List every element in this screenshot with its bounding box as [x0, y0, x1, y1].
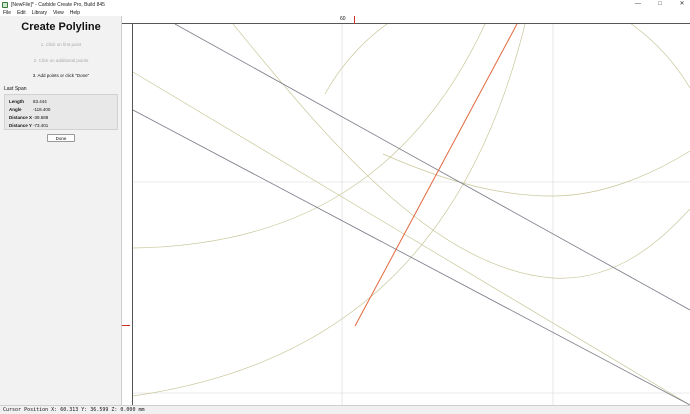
distance-y-label: Distance Y — [9, 123, 32, 128]
ruler-top — [122, 16, 690, 24]
canvas-svg[interactable] — [133, 24, 690, 405]
active-polyline-segment[interactable] — [354, 24, 518, 327]
guide-arc-5 — [382, 150, 690, 197]
menu-edit[interactable]: Edit — [17, 10, 26, 16]
length-label: Length — [9, 99, 24, 104]
last-span-box: Length 83.444 Angle -118.400 Distance X … — [4, 94, 118, 130]
menu-help[interactable]: Help — [70, 10, 80, 16]
tool-panel: Create Polyline 1. Click on first point … — [0, 16, 122, 405]
guide-line-dark-1 — [174, 24, 690, 311]
angle-value: -118.400 — [33, 107, 51, 112]
menu-library[interactable]: Library — [32, 10, 47, 16]
menu-view[interactable]: View — [53, 10, 64, 16]
guide-line-dark-2 — [133, 109, 690, 405]
distance-y-row: Distance Y -73.401 — [9, 123, 48, 128]
distance-x-label: Distance X — [9, 115, 33, 120]
status-bar: Cursor Position X: 60.313 Y: 36.599 Z: 0… — [0, 405, 690, 414]
step-3: 3. Add points or click "Done" — [32, 73, 90, 78]
distance-y-value: -73.401 — [33, 123, 49, 128]
panel-title: Create Polyline — [21, 21, 101, 33]
window-title: [NewFile]* - Carbide Create Pro, Build 8… — [11, 1, 105, 8]
cursor-position-readout: Cursor Position X: 60.313 Y: 36.599 Z: 0… — [3, 407, 145, 413]
step-2: 2. Click on additional points — [33, 58, 89, 63]
drawing-canvas[interactable] — [133, 24, 690, 405]
minimize-icon[interactable]: — — [634, 0, 642, 9]
guide-line-olive — [133, 71, 690, 405]
length-row: Length 83.444 — [9, 99, 47, 104]
ruler-top-label: 60 — [340, 16, 346, 22]
ruler-left — [122, 24, 133, 405]
guide-arc-3 — [133, 24, 526, 397]
title-bar: [NewFile]* - Carbide Create Pro, Build 8… — [0, 0, 690, 9]
menu-bar: File Edit Library View Help — [0, 9, 690, 16]
ruler-top-cursor-marker — [354, 16, 355, 24]
angle-row: Angle -118.400 — [9, 107, 50, 112]
window-controls: — □ ✕ — [634, 0, 686, 9]
distance-x-row: Distance X -39.688 — [9, 115, 48, 120]
carbide-create-icon — [2, 1, 8, 8]
maximize-icon[interactable]: □ — [656, 0, 664, 9]
step-1: 1. Click on first point — [40, 42, 82, 47]
length-value: 83.444 — [33, 99, 47, 104]
close-icon[interactable]: ✕ — [678, 0, 686, 9]
angle-label: Angle — [9, 107, 22, 112]
done-button[interactable]: Done — [47, 134, 75, 142]
ruler-left-cursor-marker — [122, 325, 130, 326]
menu-file[interactable]: File — [3, 10, 11, 16]
last-span-heading: Last Span — [4, 86, 27, 92]
distance-x-value: -39.688 — [33, 115, 49, 120]
guide-arc-2 — [133, 24, 486, 249]
guide-arc-4 — [232, 24, 690, 279]
